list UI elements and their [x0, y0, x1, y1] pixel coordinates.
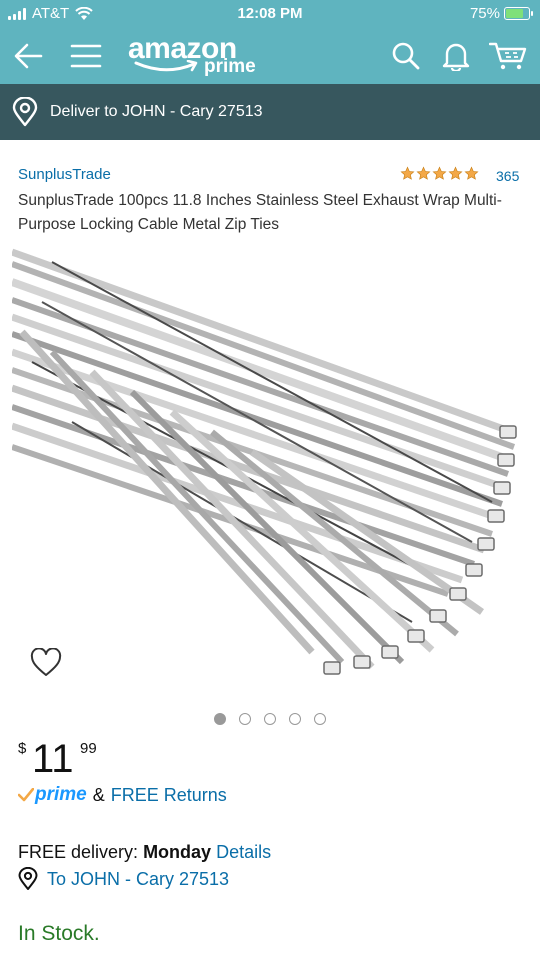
- star-icon: [464, 166, 479, 180]
- bell-icon[interactable]: [436, 36, 476, 76]
- carousel-dot[interactable]: [289, 713, 301, 725]
- brand-link[interactable]: SunplusTrade: [18, 166, 111, 183]
- price-currency: $: [18, 740, 27, 757]
- prime-row: prime & FREE Returns: [18, 784, 227, 806]
- delivery-label: FREE delivery:: [18, 842, 139, 862]
- delivery-day: Monday: [143, 842, 212, 862]
- delivery-details-link[interactable]: Details: [216, 842, 271, 862]
- status-bar: AT&T 12:08 PM 75%: [0, 0, 540, 28]
- carousel-dot[interactable]: [239, 713, 251, 725]
- star-icon: [448, 166, 463, 180]
- battery-percent: 75%: [469, 5, 500, 22]
- search-icon[interactable]: [386, 36, 426, 76]
- ship-to-text: To JOHN - Cary 27513: [47, 868, 230, 889]
- prime-label: prime: [35, 784, 87, 805]
- menu-icon[interactable]: [66, 36, 106, 76]
- battery-icon: [504, 7, 533, 20]
- location-pin-icon: [18, 867, 38, 891]
- location-pin-icon: [12, 97, 38, 127]
- delivery-info: FREE delivery: Monday Details: [18, 842, 271, 863]
- prime-badge: prime: [18, 784, 87, 806]
- nav-bar: amazon prime: [0, 28, 540, 84]
- carousel-dot[interactable]: [314, 713, 326, 725]
- battery-group: 75%: [469, 5, 533, 22]
- price-fraction: 99: [80, 740, 97, 757]
- heart-icon[interactable]: [30, 648, 62, 678]
- back-arrow-icon[interactable]: [8, 36, 48, 76]
- stock-status: In Stock.: [18, 922, 100, 945]
- logo-prime: prime: [204, 56, 256, 77]
- price-whole: 11: [32, 737, 74, 781]
- carousel-dot[interactable]: [264, 713, 276, 725]
- deliver-to-bar[interactable]: Deliver to JOHN - Cary 27513: [0, 84, 540, 140]
- logo-smile-icon: [134, 60, 198, 72]
- free-returns-link[interactable]: FREE Returns: [111, 785, 227, 806]
- ship-to-link[interactable]: To JOHN - Cary 27513: [18, 867, 229, 891]
- image-carousel-dots[interactable]: [214, 713, 326, 725]
- star-icon: [416, 166, 431, 180]
- rating-count-link[interactable]: 365: [496, 168, 519, 184]
- deliver-to-text: Deliver to JOHN - Cary 27513: [50, 103, 263, 120]
- rating-stars[interactable]: [400, 166, 479, 181]
- product-image[interactable]: [12, 242, 528, 692]
- check-icon: [18, 788, 34, 802]
- ampersand: &: [92, 784, 105, 805]
- star-icon: [400, 166, 415, 180]
- star-icon: [432, 166, 447, 180]
- product-title: SunplusTrade 100pcs 11.8 Inches Stainles…: [18, 192, 502, 233]
- clock: 12:08 PM: [237, 5, 303, 22]
- carousel-dot[interactable]: [214, 713, 226, 725]
- cart-icon[interactable]: [488, 36, 528, 76]
- amazon-prime-logo[interactable]: amazon prime: [128, 32, 256, 77]
